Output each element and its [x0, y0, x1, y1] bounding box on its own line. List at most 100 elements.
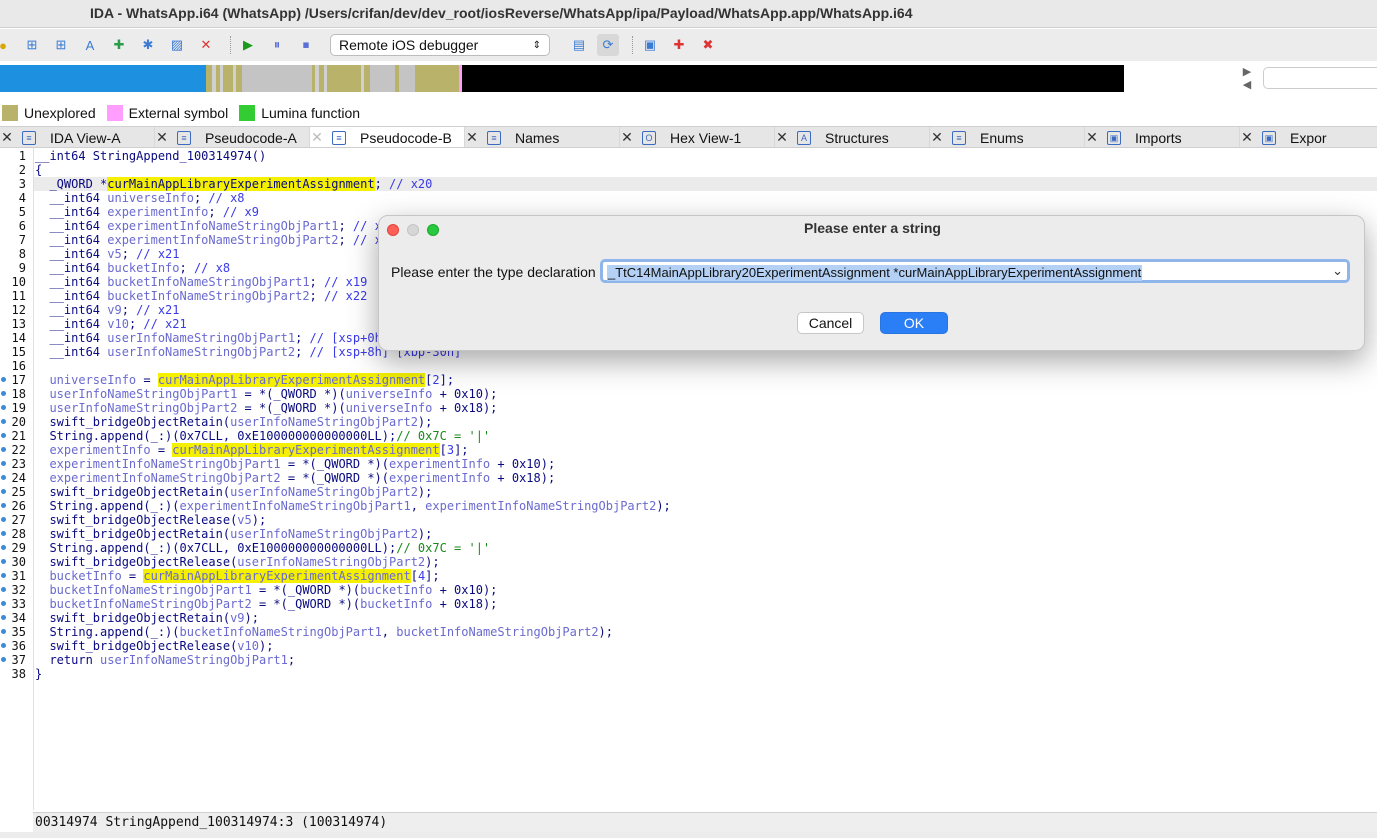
code-line[interactable]: __int64 universeInfo; // x8 — [34, 191, 244, 205]
breakpoint-marker-icon[interactable] — [1, 419, 6, 424]
code-line[interactable]: __int64 v10; // x21 — [34, 317, 186, 331]
code-line[interactable]: __int64 StringAppend_100314974() — [34, 149, 266, 163]
breakpoint-marker-icon[interactable] — [1, 615, 6, 620]
close-icon[interactable]: ✕ — [0, 129, 14, 146]
close-icon[interactable]: ✕ — [620, 129, 634, 146]
start-debugger-icon[interactable]: ▶ — [237, 34, 259, 56]
breakpoint-marker-icon[interactable] — [1, 559, 6, 564]
tab-pseudocode-b[interactable]: ✕ ≡ Pseudocode-B — [310, 127, 465, 147]
close-icon[interactable]: ✕ — [930, 129, 944, 146]
close-icon[interactable]: ✕ — [1240, 129, 1254, 146]
breakpoint-marker-icon[interactable] — [1, 517, 6, 522]
nav-arrows-icon[interactable]: ▶ ◀ — [1238, 66, 1256, 94]
lightbulb-icon[interactable]: ● — [0, 34, 14, 56]
chevron-down-icon[interactable]: ⌄ — [1332, 263, 1343, 279]
close-icon[interactable]: ✕ — [310, 129, 324, 146]
code-line[interactable]: __int64 experimentInfoNameStringObjPart2… — [34, 233, 381, 247]
code-line[interactable]: return userInfoNameStringObjPart1; — [34, 653, 295, 667]
code-line[interactable]: __int64 userInfoNameStringObjPart1; // [… — [34, 331, 381, 345]
undefine-icon[interactable]: ✕ — [195, 34, 217, 56]
code-line[interactable]: userInfoNameStringObjPart2 = *(_QWORD *)… — [34, 401, 497, 415]
code-line[interactable]: String.append(_:)(bucketInfoNameStringOb… — [34, 625, 613, 639]
code-line[interactable]: swift_bridgeObjectRetain(userInfoNameStr… — [34, 527, 432, 541]
breakpoint-marker-icon[interactable] — [1, 475, 6, 480]
breakpoint-marker-icon[interactable] — [1, 447, 6, 452]
tab-hex-view-1[interactable]: ✕ O Hex View-1 — [620, 127, 775, 147]
breakpoint-marker-icon[interactable] — [1, 433, 6, 438]
code-line[interactable]: swift_bridgeObjectRelease(v5); — [34, 513, 266, 527]
tab-ida-view-a[interactable]: ✕ ≡ IDA View-A — [0, 127, 155, 147]
breakpoint-marker-icon[interactable] — [1, 587, 6, 592]
breakpoint-marker-icon[interactable] — [1, 461, 6, 466]
debugger-select[interactable]: Remote iOS debugger ⇕ — [330, 34, 550, 56]
breakpoint-marker-icon[interactable] — [1, 573, 6, 578]
breakpoint-marker-icon[interactable] — [1, 657, 6, 662]
code-line[interactable] — [34, 359, 35, 373]
code-line[interactable]: swift_bridgeObjectRelease(v10); — [34, 639, 273, 653]
close-icon[interactable]: ✕ — [465, 129, 479, 146]
add-enum-icon[interactable]: ✱ — [137, 34, 159, 56]
delete-breakpoint-icon[interactable]: ✖ — [697, 34, 719, 56]
code-line[interactable]: __int64 v5; // x21 — [34, 247, 179, 261]
add-struct-icon[interactable]: ✚ — [108, 34, 130, 56]
cancel-button[interactable]: Cancel — [797, 312, 864, 334]
code-line[interactable]: String.append(_:)(0x7CLL, 0xE10000000000… — [34, 541, 490, 555]
patch-icon[interactable]: ▨ — [166, 34, 188, 56]
add-breakpoint-icon[interactable]: ✚ — [668, 34, 690, 56]
type-declaration-input[interactable]: _TtC14MainAppLibrary20ExperimentAssignme… — [600, 259, 1350, 283]
tab-imports[interactable]: ✕ ▣ Imports — [1085, 127, 1240, 147]
breakpoint-marker-icon[interactable] — [1, 601, 6, 606]
tab-structures[interactable]: ✕ A Structures — [775, 127, 930, 147]
tab-names[interactable]: ✕ ≡ Names — [465, 127, 620, 147]
code-line[interactable]: swift_bridgeObjectRetain(userInfoNameStr… — [34, 485, 432, 499]
tab-pseudocode-a[interactable]: ✕ ≡ Pseudocode-A — [155, 127, 310, 147]
code-line[interactable]: swift_bridgeObjectRetain(v9); — [34, 611, 259, 625]
code-line[interactable]: bucketInfoNameStringObjPart2 = *(_QWORD … — [34, 597, 497, 611]
code-line[interactable]: bucketInfo = curMainAppLibraryExperiment… — [34, 569, 440, 583]
breakpoint-marker-icon[interactable] — [1, 545, 6, 550]
breakpoint-marker-icon[interactable] — [1, 531, 6, 536]
nav-search-field[interactable] — [1263, 67, 1377, 89]
code-line[interactable]: __int64 v9; // x21 — [34, 303, 179, 317]
breakpoint-marker-icon[interactable] — [1, 405, 6, 410]
close-icon[interactable]: ✕ — [775, 129, 789, 146]
code-line[interactable]: __int64 experimentInfoNameStringObjPart1… — [34, 219, 381, 233]
add-code-icon[interactable]: ⊞ — [21, 34, 43, 56]
navigation-band[interactable] — [0, 65, 1228, 92]
breakpoint-marker-icon[interactable] — [1, 643, 6, 648]
code-line[interactable]: _QWORD *curMainAppLibraryExperimentAssig… — [34, 177, 1377, 191]
tab-enums[interactable]: ✕ ≡ Enums — [930, 127, 1085, 147]
breakpoint-list-icon[interactable]: ▤ — [568, 34, 590, 56]
code-line[interactable]: experimentInfo = curMainAppLibraryExperi… — [34, 443, 469, 457]
breakpoint-marker-icon[interactable] — [1, 503, 6, 508]
close-icon[interactable]: ✕ — [1085, 129, 1099, 146]
code-line[interactable]: } — [34, 667, 42, 681]
code-line[interactable]: __int64 bucketInfoNameStringObjPart2; //… — [34, 289, 367, 303]
code-line[interactable]: experimentInfoNameStringObjPart1 = *(_QW… — [34, 457, 555, 471]
code-line[interactable]: experimentInfoNameStringObjPart2 = *(_QW… — [34, 471, 555, 485]
tab-exports[interactable]: ✕ ▣ Expor — [1240, 127, 1377, 147]
code-line[interactable]: { — [34, 163, 42, 177]
code-line[interactable]: bucketInfoNameStringObjPart1 = *(_QWORD … — [34, 583, 497, 597]
code-line[interactable]: __int64 bucketInfoNameStringObjPart1; //… — [34, 275, 367, 289]
code-line[interactable]: __int64 bucketInfo; // x8 — [34, 261, 230, 275]
code-line[interactable]: swift_bridgeObjectRetain(userInfoNameStr… — [34, 415, 432, 429]
breakpoint-marker-icon[interactable] — [1, 391, 6, 396]
close-icon[interactable]: ✕ — [155, 129, 169, 146]
code-line[interactable]: String.append(_:)(experimentInfoNameStri… — [34, 499, 670, 513]
code-line[interactable]: userInfoNameStringObjPart1 = *(_QWORD *)… — [34, 387, 497, 401]
breakpoint-marker-icon[interactable] — [1, 377, 6, 382]
code-line[interactable]: universeInfo = curMainAppLibraryExperime… — [34, 373, 454, 387]
refresh-icon[interactable]: ⟳ — [597, 34, 619, 56]
pause-icon[interactable]: ⏸ — [266, 34, 288, 56]
breakpoint-marker-icon[interactable] — [1, 489, 6, 494]
ok-button[interactable]: OK — [880, 312, 948, 334]
code-line[interactable]: String.append(_:)(0x7CLL, 0xE10000000000… — [34, 429, 490, 443]
breakpoint-marker-icon[interactable] — [1, 629, 6, 634]
add-string-icon[interactable]: A — [79, 34, 101, 56]
add-data-icon[interactable]: ⊞ — [50, 34, 72, 56]
clipboard-icon[interactable]: ▣ — [639, 34, 661, 56]
code-line[interactable]: __int64 experimentInfo; // x9 — [34, 205, 259, 219]
stop-icon[interactable]: ⏹ — [295, 34, 317, 56]
code-line[interactable]: swift_bridgeObjectRelease(userInfoNameSt… — [34, 555, 439, 569]
